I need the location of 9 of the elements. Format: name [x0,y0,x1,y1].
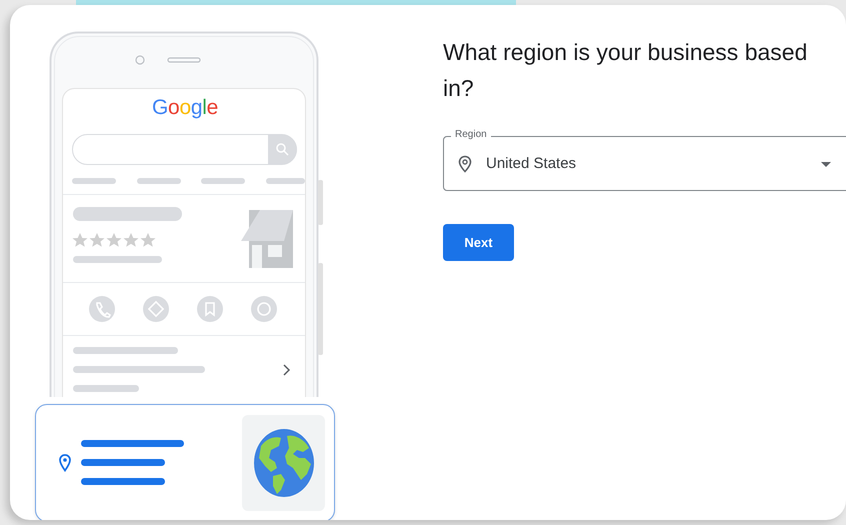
location-pin-icon [59,454,71,472]
field-label: Region [451,129,491,141]
field-value: United States [486,155,576,172]
globe-icon [252,428,314,498]
page-heading: What region is your business based in? [443,38,808,103]
location-pin-icon [458,154,472,172]
dropdown-caret-icon [821,162,831,167]
google-logo: Google [152,96,218,120]
next-button[interactable]: Next [443,224,514,261]
